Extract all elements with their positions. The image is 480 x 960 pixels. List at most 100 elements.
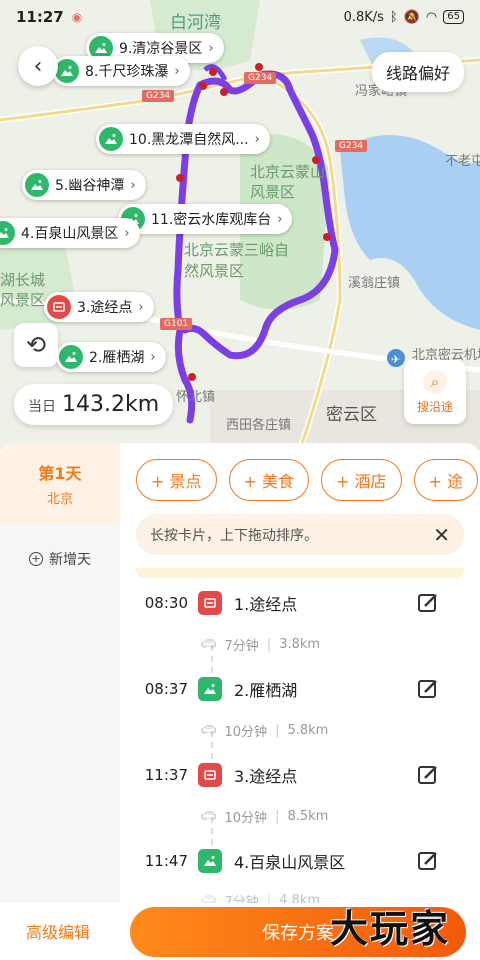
travel-segment: 🚗︎ 10分钟 | 8.5km: [200, 809, 329, 826]
stop-name: 1.途经点: [234, 595, 298, 614]
scenic-icon: [0, 221, 15, 245]
chevron-right-icon: ›: [277, 211, 283, 227]
daily-distance: 当日 143.2km: [14, 384, 174, 425]
car-icon: 🚗︎: [200, 723, 217, 738]
poi-heilongtan[interactable]: 10.黑龙潭自然风... ›: [96, 124, 270, 154]
search-along-button[interactable]: ⌕ 搜沿途: [404, 360, 466, 424]
scenic-icon: [55, 59, 79, 83]
search-along-label: 搜沿途: [416, 399, 453, 414]
travel-segment: 🚗︎ 10分钟 | 5.8km: [200, 723, 329, 740]
scenic-icon: [99, 127, 123, 151]
poi-baiquanshan[interactable]: 4.百泉山风景区 ›: [0, 218, 140, 248]
stop-name: 4.百泉山风景区: [234, 853, 346, 872]
car-icon: 🚗︎: [200, 637, 217, 652]
poi-label: 2.雁栖湖: [89, 350, 145, 366]
poi-label: 8.千尺珍珠瀑: [85, 64, 169, 80]
segment-duration: 10分钟: [224, 725, 268, 740]
poi-waypoint-3[interactable]: 3.途经点 ›: [44, 292, 154, 322]
day-tab-1[interactable]: 第1天 北京: [0, 443, 120, 523]
poi-label: 10.黑龙潭自然风...: [129, 132, 249, 148]
day-sidebar: 第1天 北京 + 新增天: [0, 443, 120, 903]
car-icon: 🚗︎: [200, 809, 217, 824]
map-label-xitian: 西田各庄镇: [226, 418, 292, 433]
sort-tip-banner: 长按卡片，上下拖动排序。 ✕: [136, 514, 464, 555]
refresh-icon: ⟲: [25, 331, 47, 359]
card-edge: [136, 568, 464, 578]
poi-yougu[interactable]: 5.幽谷神潭 ›: [22, 170, 146, 200]
scenic-icon: [198, 677, 222, 701]
chevron-right-icon: ›: [254, 131, 260, 147]
network-speed: 0.8K/s: [343, 9, 384, 25]
map-label-yunmeng: 北京云蒙山风景区: [250, 163, 326, 201]
map-label-huaibei: 怀北镇: [176, 390, 216, 405]
day-title: 第1天: [38, 463, 82, 483]
poi-label: 9.清凉谷景区: [119, 41, 203, 57]
route-preference-button[interactable]: 线路偏好: [371, 52, 464, 92]
refresh-route-button[interactable]: ⟲: [14, 323, 58, 367]
app-notification-icon: ◉: [71, 10, 83, 24]
chevron-right-icon: ›: [138, 299, 144, 315]
stop-card[interactable]: 08:30 1.途经点: [120, 583, 480, 623]
itinerary-panel: 第1天 北京 + 新增天 + 景点 + 美食 + 酒店 + 途 长按卡片，上下拖…: [0, 443, 480, 910]
poi-yanqihu[interactable]: 2.雁栖湖 ›: [56, 342, 166, 372]
category-chips: + 景点 + 美食 + 酒店 + 途: [136, 459, 480, 503]
chevron-right-icon: ›: [174, 63, 180, 79]
chevron-right-icon: ›: [150, 349, 156, 365]
map-label-changcheng: 湖长城风景区: [0, 271, 46, 309]
waypoint-icon: [47, 295, 71, 319]
route-map[interactable]: ✈ 白河湾 冯家峪镇 不老屯 北京云蒙山风景区 北京云蒙三峪自然风景区 溪翁庄镇…: [0, 0, 480, 450]
status-time: 11:27: [16, 8, 64, 26]
scenic-icon: [198, 849, 222, 873]
distance-label: 当日: [28, 399, 56, 415]
chip-hotel[interactable]: + 酒店: [321, 459, 402, 501]
poi-label: 4.百泉山风景区: [21, 226, 119, 242]
add-day-label: 新增天: [49, 552, 91, 568]
back-button[interactable]: ‹: [18, 46, 58, 86]
bluetooth-icon: ᛒ: [389, 9, 398, 25]
watermark-logo: 大玩家: [330, 906, 451, 951]
advanced-edit-button[interactable]: 高级编辑: [26, 919, 90, 943]
wifi-icon: ◠: [425, 9, 438, 25]
stop-time: 08:37: [144, 680, 188, 698]
stop-time: 11:37: [144, 766, 188, 784]
stop-card[interactable]: 08:37 2.雁栖湖: [120, 669, 480, 709]
segment-distance: 5.8km: [287, 723, 329, 738]
road-badge-g101: G101: [160, 318, 193, 330]
stop-name: 2.雁栖湖: [234, 681, 298, 700]
day-city: 北京: [46, 491, 73, 507]
travel-segment: 🚗︎ 7分钟 | 3.8km: [200, 637, 321, 654]
waypoint-icon: [198, 763, 222, 787]
close-icon[interactable]: ✕: [433, 523, 450, 547]
chip-food[interactable]: + 美食: [228, 459, 309, 501]
stop-time: 08:30: [144, 594, 188, 612]
edit-icon[interactable]: [416, 591, 440, 615]
poi-label: 5.幽谷神潭: [55, 178, 125, 194]
road-badge-g234: G234: [244, 72, 277, 84]
add-day-button[interactable]: + 新增天: [0, 549, 120, 569]
battery-icon: 65: [443, 10, 464, 24]
chip-more[interactable]: + 途: [413, 459, 478, 501]
stop-card[interactable]: 11:37 3.途经点: [120, 755, 480, 795]
chip-scenic[interactable]: + 景点: [136, 459, 217, 501]
poi-label: 11.密云水库观库台: [151, 212, 272, 228]
edit-icon[interactable]: [416, 849, 440, 873]
edit-icon[interactable]: [416, 677, 440, 701]
tip-text: 长按卡片，上下拖动排序。: [150, 527, 318, 544]
road-badge-g234: G234: [335, 140, 368, 152]
poi-qianchi[interactable]: 8.千尺珍珠瀑 ›: [52, 56, 190, 86]
stop-time: 11:47: [144, 852, 188, 870]
map-label-sanyu: 北京云蒙三峪自然风景区: [184, 241, 290, 280]
map-label-miyun: 密云区: [326, 405, 377, 425]
road-badge-g234: G234: [142, 90, 175, 102]
segment-distance: 3.8km: [279, 637, 321, 652]
stop-card[interactable]: 11:47 4.百泉山风景区: [120, 841, 480, 881]
segment-distance: 8.5km: [287, 809, 329, 824]
waypoint-icon: [198, 591, 222, 615]
chevron-right-icon: ›: [124, 225, 130, 241]
poi-miyun-reservoir[interactable]: 11.密云水库观库台 ›: [118, 204, 293, 234]
scenic-icon: [59, 345, 83, 369]
stop-name: 3.途经点: [234, 767, 298, 786]
edit-icon[interactable]: [416, 763, 440, 787]
chevron-right-icon: ›: [208, 40, 214, 56]
map-label-bujie: 不老屯: [445, 154, 480, 169]
